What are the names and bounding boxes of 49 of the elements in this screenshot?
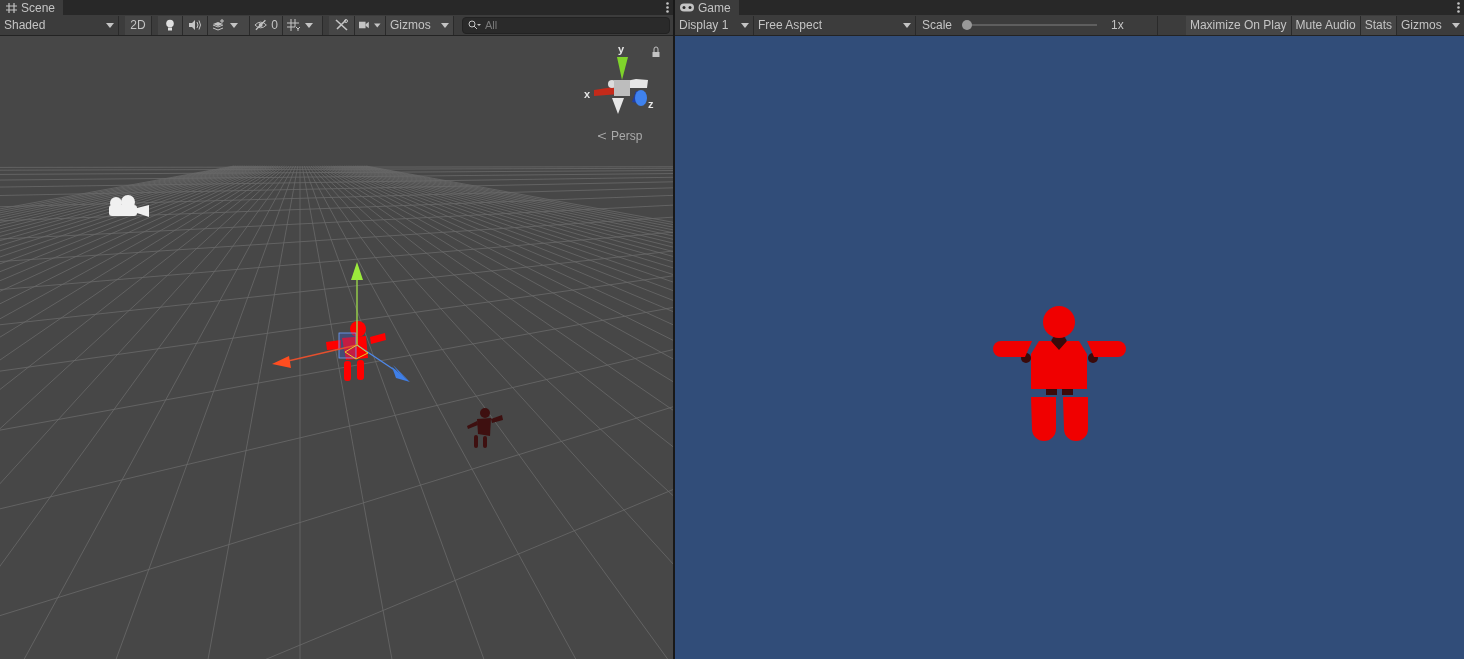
lighting-toggle[interactable] — [158, 15, 183, 35]
search-field[interactable]: All — [462, 16, 670, 34]
scene-tab[interactable]: Scene — [0, 0, 64, 15]
speaker-icon — [188, 19, 202, 31]
layers-icon — [212, 19, 226, 31]
caret-icon — [305, 22, 313, 28]
grid-icon — [5, 1, 17, 14]
axis-label: z — [648, 98, 654, 110]
character-drawing — [326, 321, 386, 381]
grid-dropdown[interactable] — [283, 15, 323, 35]
wrench-screwdriver-icon — [334, 19, 349, 31]
slider-thumb[interactable] — [962, 20, 973, 30]
caret-icon — [741, 22, 749, 28]
caret-icon — [903, 22, 911, 28]
effects-dropdown[interactable] — [208, 15, 250, 35]
axis-label: y — [618, 43, 625, 55]
more-options-icon[interactable] — [1457, 2, 1460, 13]
toolbar-toggle[interactable]: Maximize On Play — [1185, 15, 1292, 35]
caret-icon — [230, 22, 238, 28]
grid-snap-icon — [287, 19, 301, 31]
caret-icon — [1452, 22, 1460, 28]
search-icon — [468, 19, 481, 32]
caret-icon — [106, 22, 114, 28]
toolbar-toggle[interactable]: Mute Audio — [1291, 15, 1361, 35]
axis-label: x — [584, 88, 591, 100]
camera-dropdown[interactable] — [355, 15, 386, 35]
projection-toggle[interactable]: Persp — [597, 129, 643, 143]
caret-icon — [374, 22, 381, 28]
lock-icon[interactable] — [652, 46, 660, 57]
gizmos-dropdown[interactable]: Gizmos — [386, 15, 454, 35]
game-tab[interactable]: Game — [675, 0, 739, 15]
scene-orientation-gizmo[interactable] — [594, 57, 648, 114]
hidden-objects-toggle[interactable]: 0 — [250, 15, 283, 35]
shadow-figure-drawing — [467, 408, 503, 448]
2d-toggle[interactable]: 2D — [125, 15, 152, 35]
scale-label: Scale — [922, 18, 953, 32]
video-camera-icon — [359, 19, 371, 31]
more-options-icon[interactable] — [666, 2, 669, 13]
gamepad-icon — [680, 3, 694, 12]
tools-button[interactable] — [329, 15, 355, 35]
caret-icon — [441, 22, 449, 28]
scale-reading: 1x — [1111, 18, 1125, 32]
move-handle[interactable] — [272, 262, 410, 382]
toolbar-toggle[interactable]: Stats — [1360, 15, 1397, 35]
audio-toggle[interactable] — [183, 15, 208, 35]
light-bulb-icon — [163, 19, 177, 31]
camera-icon — [109, 195, 149, 217]
selection-bounds — [338, 332, 357, 359]
hidden-eye-icon — [254, 19, 268, 31]
